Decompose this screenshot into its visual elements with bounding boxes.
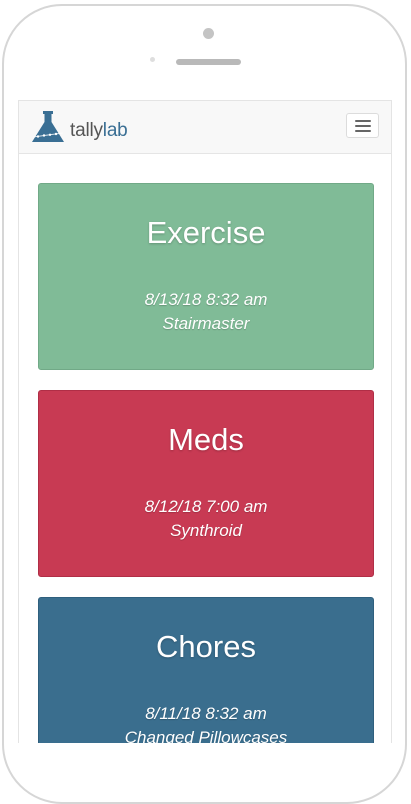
card-timestamp: 8/12/18 7:00 am (144, 497, 268, 516)
proximity-sensor (150, 57, 155, 62)
brand-prefix: tally (70, 119, 103, 141)
card-chores[interactable]: Chores 8/11/18 8:32 am Changed Pillowcas… (38, 597, 374, 743)
menu-toggle-button[interactable] (346, 113, 379, 138)
card-title: Meds (168, 422, 244, 457)
card-note: Stairmaster (162, 314, 250, 333)
card-timestamp: 8/11/18 8:32 am (145, 704, 267, 723)
card-timestamp: 8/13/18 8:32 am (144, 290, 268, 309)
front-camera (203, 28, 214, 39)
menu-bar (355, 120, 371, 122)
card-exercise[interactable]: Exercise 8/13/18 8:32 am Stairmaster (38, 183, 374, 370)
card-title: Chores (156, 629, 256, 664)
navbar: tallylab (19, 101, 391, 154)
menu-bar (355, 125, 371, 127)
flask-icon (29, 109, 67, 145)
card-meds[interactable]: Meds 8/12/18 7:00 am Synthroid (38, 390, 374, 577)
brand-logo[interactable]: tallylab (29, 109, 128, 145)
hamburger-menu-icon (355, 120, 371, 132)
card-note: Synthroid (170, 521, 242, 540)
app-screen: tallylab Exercise 8/13/18 8:32 am Stairm… (18, 100, 392, 743)
brand-suffix: lab (102, 119, 128, 141)
card-note: Changed Pillowcases (124, 728, 288, 743)
menu-bar (355, 130, 371, 132)
card-list: Exercise 8/13/18 8:32 am Stairmaster Med… (19, 154, 391, 743)
earpiece-speaker (176, 59, 241, 65)
card-title: Exercise (146, 215, 266, 250)
brand-name: tallylab (70, 121, 128, 140)
